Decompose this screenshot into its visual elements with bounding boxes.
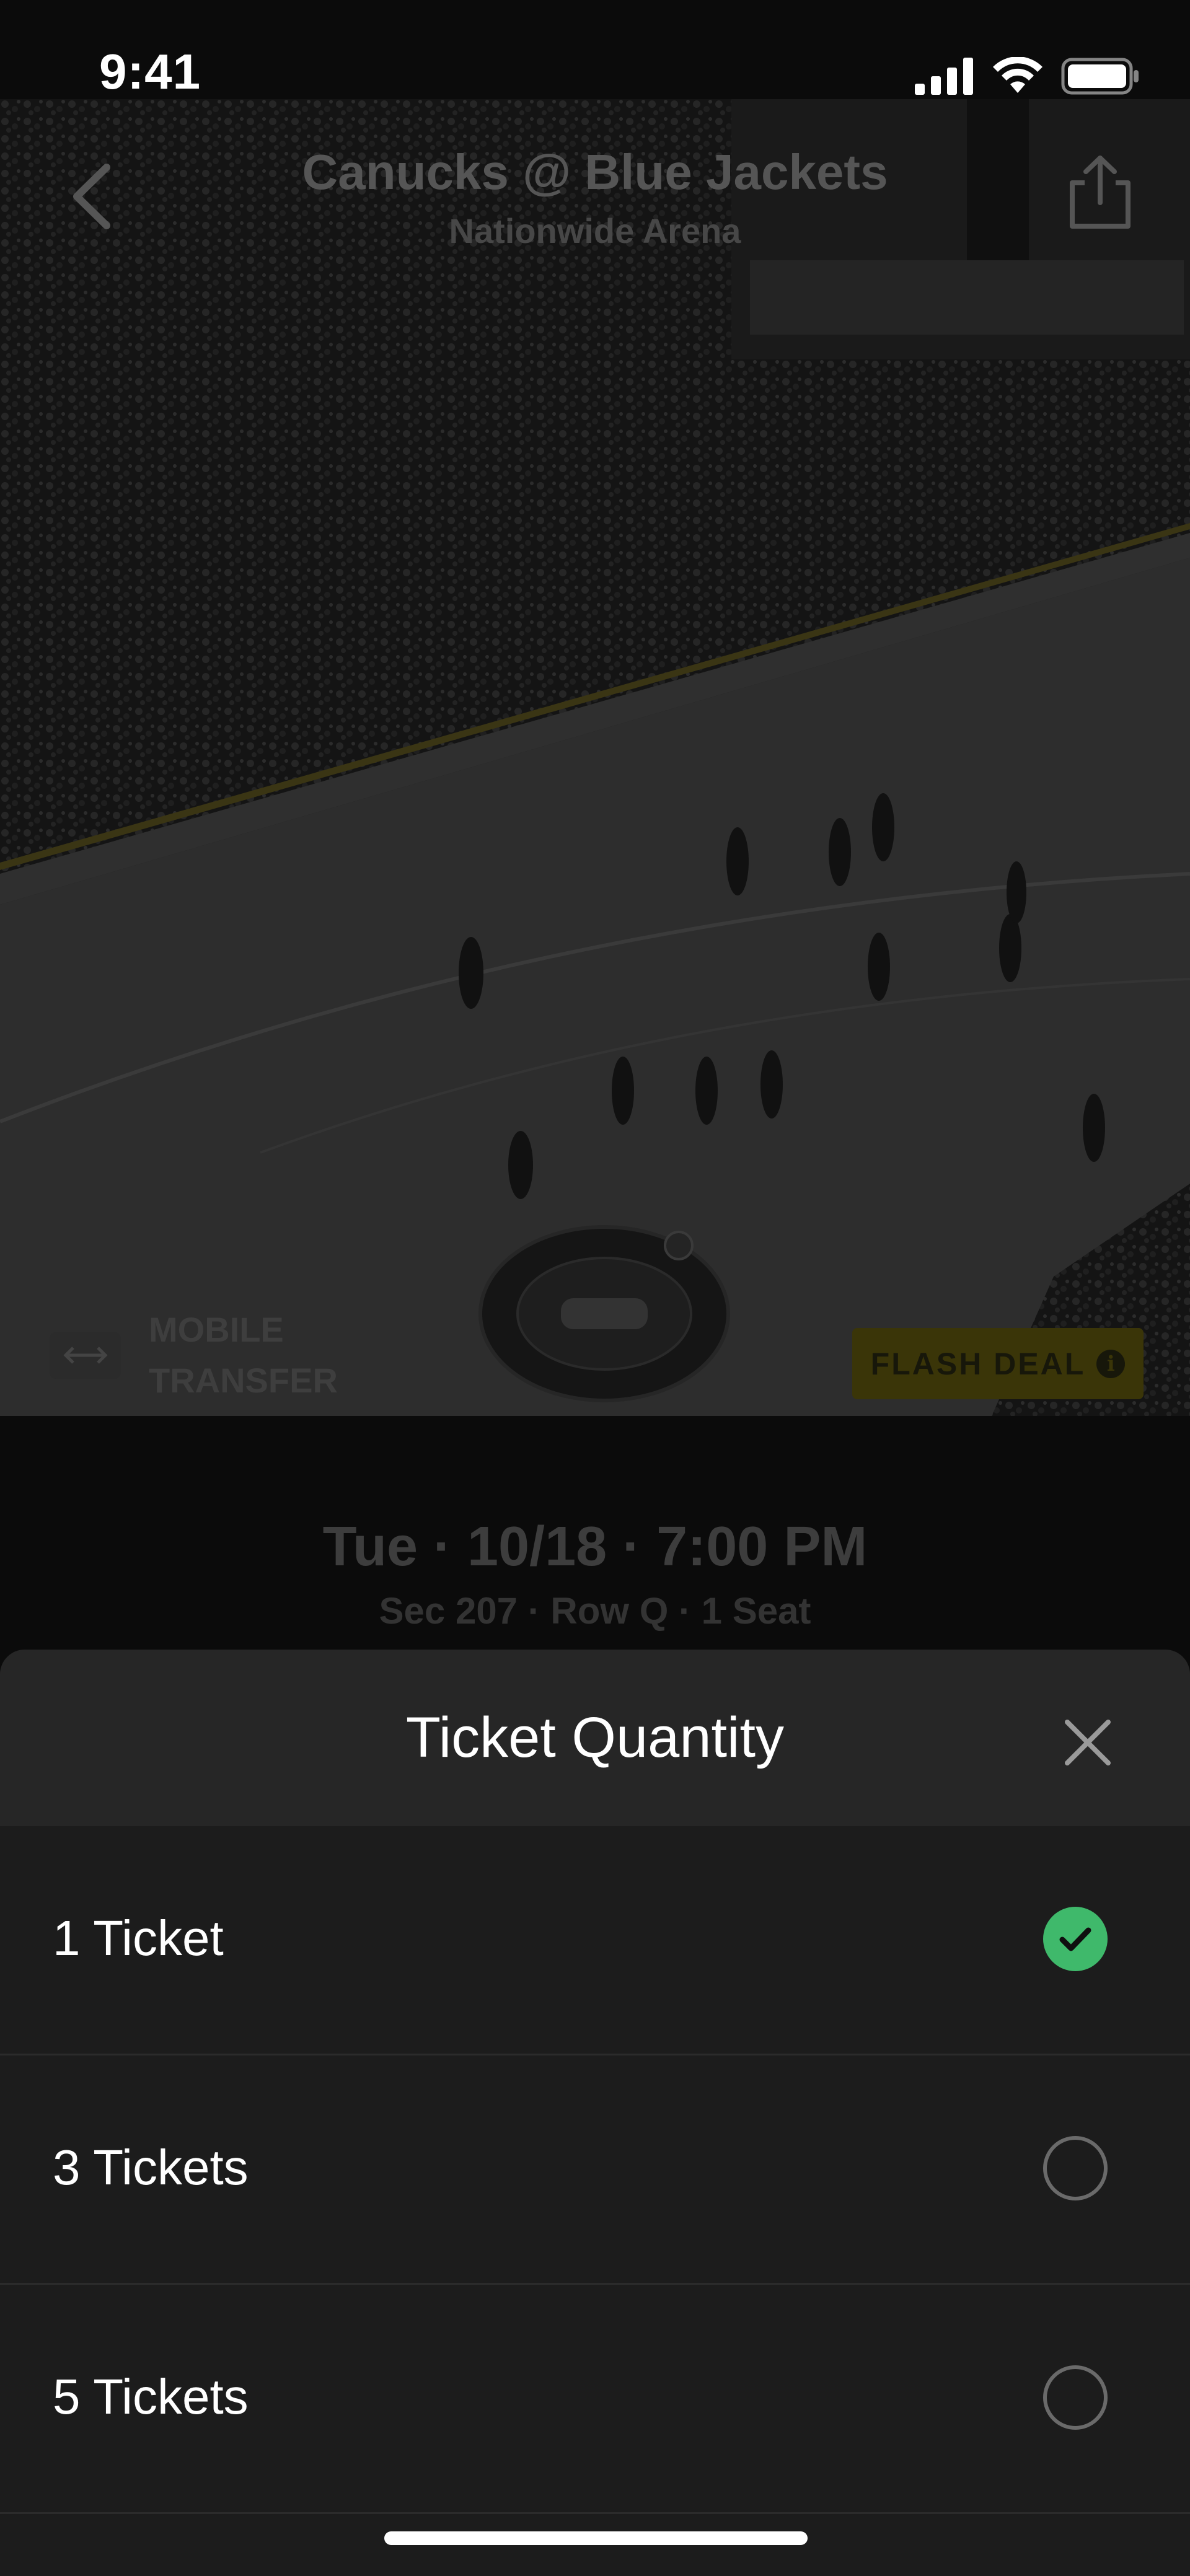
sheet-header: Ticket Quantity bbox=[0, 1650, 1190, 1826]
quantity-option-5[interactable]: 5 Tickets bbox=[0, 2285, 1190, 2514]
sheet-title: Ticket Quantity bbox=[405, 1706, 785, 1769]
event-title: Canucks @ Blue Jackets bbox=[302, 144, 888, 200]
quantity-option-1[interactable]: 1 Ticket bbox=[0, 1826, 1190, 2055]
info-icon: i bbox=[1096, 1349, 1126, 1378]
transfer-arrows-icon bbox=[50, 1332, 121, 1379]
status-bar: 9:41 bbox=[0, 0, 1190, 149]
share-icon[interactable] bbox=[1066, 152, 1134, 232]
event-date-line: Tue · 10/18 · 7:00 PM bbox=[322, 1516, 868, 1578]
hockey-arena-photo bbox=[0, 99, 1190, 1416]
radio-empty-icon[interactable] bbox=[1043, 2136, 1108, 2200]
cellular-signal-icon bbox=[915, 58, 973, 95]
event-seat-line: Sec 207 · Row Q · 1 Seat bbox=[379, 1590, 811, 1632]
home-indicator bbox=[384, 2531, 808, 2545]
quantity-option-label: 3 Tickets bbox=[53, 2140, 249, 2195]
mobile-transfer-badge: MOBILE TRANSFER bbox=[50, 1304, 372, 1406]
battery-icon bbox=[1061, 58, 1139, 95]
quantity-option-3[interactable]: 3 Tickets bbox=[0, 2055, 1190, 2285]
event-hero-image bbox=[0, 99, 1190, 1416]
quantity-option-label: 1 Ticket bbox=[53, 1910, 224, 1966]
status-icons bbox=[915, 57, 1140, 95]
flash-deal-badge[interactable]: FLASH DEAL i bbox=[852, 1328, 1144, 1399]
stadium-map-thumbnail bbox=[478, 1225, 730, 1402]
radio-checked-icon[interactable] bbox=[1043, 1907, 1108, 1971]
quantity-option-label: 5 Tickets bbox=[53, 2369, 249, 2424]
flash-deal-label: FLASH DEAL bbox=[870, 1346, 1086, 1381]
check-icon bbox=[1059, 1927, 1091, 1951]
status-time: 9:41 bbox=[99, 44, 201, 99]
radio-empty-icon[interactable] bbox=[1043, 2365, 1108, 2430]
close-icon[interactable] bbox=[1054, 1708, 1122, 1777]
wifi-icon bbox=[993, 57, 1042, 93]
event-venue: Nationwide Arena bbox=[449, 211, 741, 250]
ticket-quantity-sheet: Ticket Quantity 1 Ticket 3 Tickets 5 Tic… bbox=[0, 1650, 1190, 2576]
mobile-transfer-label: MOBILE TRANSFER bbox=[149, 1310, 338, 1400]
